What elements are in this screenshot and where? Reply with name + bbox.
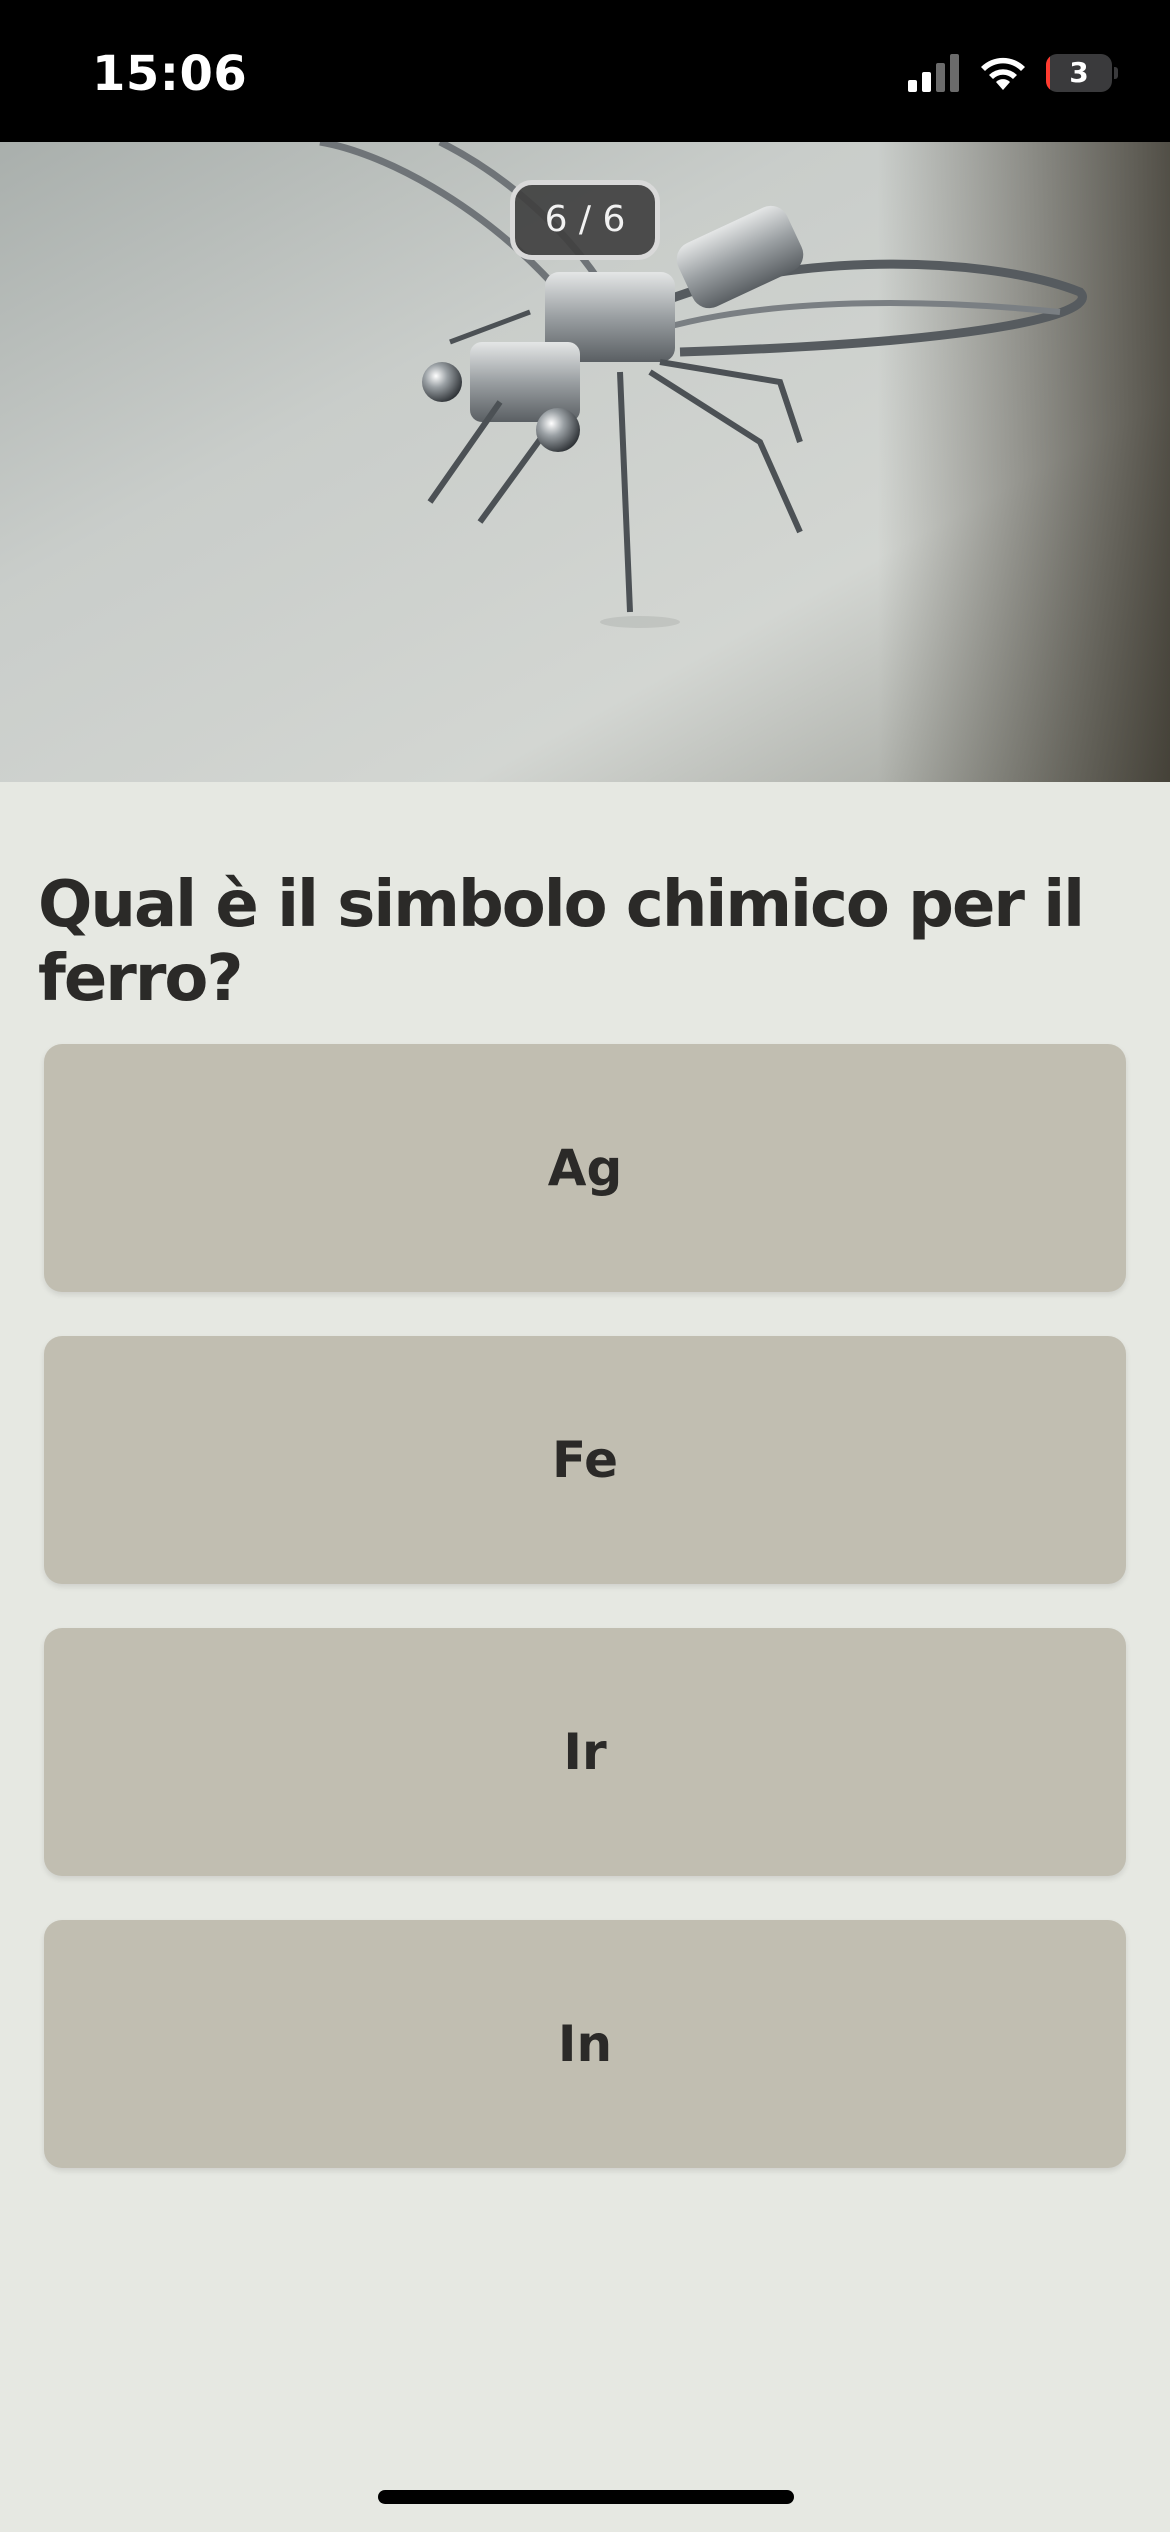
home-indicator[interactable] [378, 2490, 794, 2504]
cellular-signal-icon [908, 54, 959, 92]
question-progress-badge: 6 / 6 [510, 180, 660, 260]
answer-button-ag[interactable]: Ag [44, 1044, 1126, 1292]
status-bar: 15:06 3 [0, 0, 1170, 142]
wifi-icon [981, 57, 1025, 90]
answer-button-in[interactable]: In [44, 1920, 1126, 2168]
battery-icon: 3 [1046, 54, 1118, 92]
answer-list: Ag Fe Ir In [44, 1044, 1126, 2212]
answer-button-ir[interactable]: Ir [44, 1628, 1126, 1876]
answer-button-fe[interactable]: Fe [44, 1336, 1126, 1584]
battery-level: 3 [1069, 56, 1089, 89]
status-icons: 3 [908, 50, 1118, 96]
question-text: Qual è il simbolo chimico per il ferro? [38, 868, 1085, 1016]
status-time: 15:06 [92, 46, 248, 102]
